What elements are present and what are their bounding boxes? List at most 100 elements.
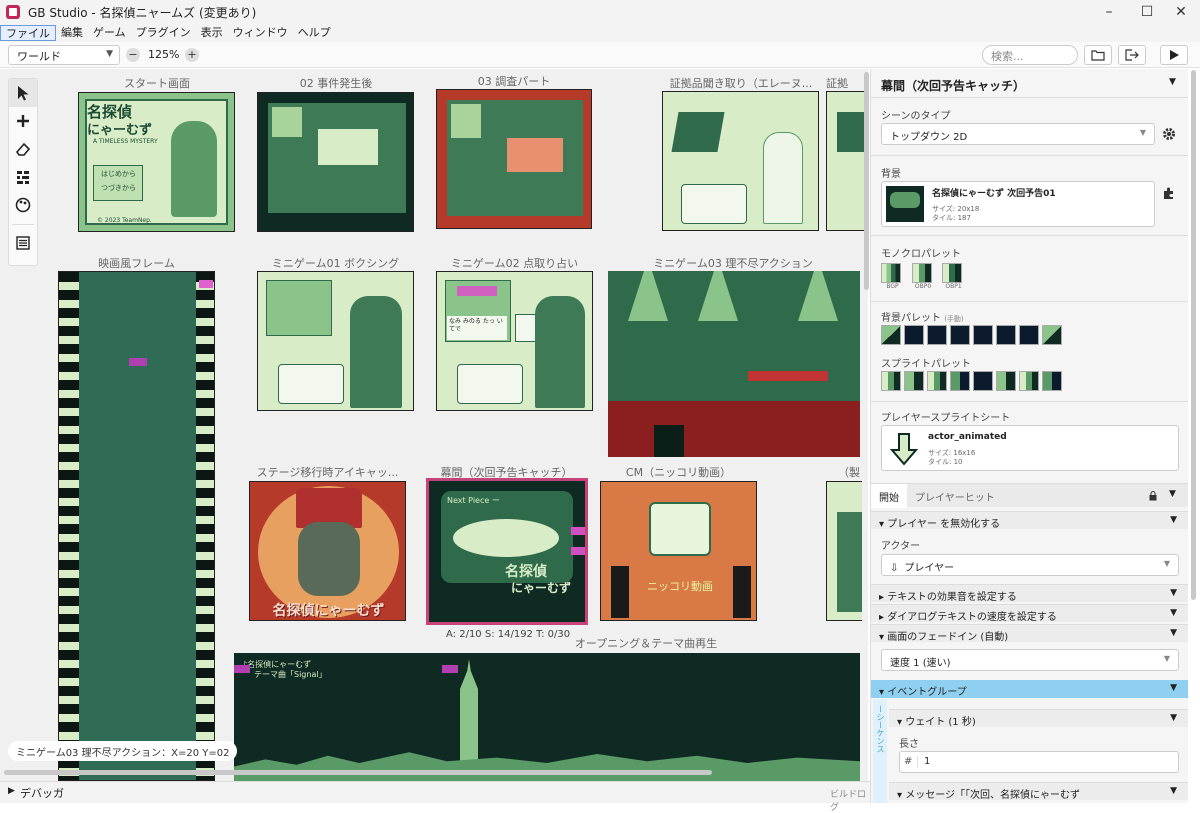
select-tool[interactable] — [9, 79, 37, 107]
event-fade-in[interactable]: ▾ 画面のフェードイン (自動) ▼ — [871, 624, 1188, 643]
title-credit: © 2023 TeamNep. — [97, 217, 152, 224]
sprite-palette-swatch[interactable] — [950, 371, 970, 391]
close-button[interactable]: ✕ — [1158, 0, 1200, 24]
search-input[interactable]: 検索... — [982, 45, 1078, 65]
scene-thumbnail[interactable] — [662, 91, 819, 231]
selected-scene-thumbnail[interactable]: Next Piece ー 名探偵 にゃーむず — [426, 478, 588, 625]
scene-thumbnail[interactable] — [826, 91, 866, 231]
scene-thumbnail[interactable]: ニッコリ動画 — [600, 481, 757, 621]
tab-start[interactable]: 開始 — [871, 484, 907, 508]
sprite-palette-swatch[interactable] — [996, 371, 1016, 391]
scene-thumbnail[interactable]: ♪名探偵にゃーむず テーマ曲「Signal」 — [234, 653, 860, 781]
zoom-in-button[interactable]: + — [185, 48, 199, 62]
player-sprite-picker[interactable]: actor_animated サイズ: 16x16 タイル: 10 — [881, 425, 1179, 471]
scene-title[interactable]: 02 事件発生後 — [257, 75, 415, 91]
menu-window[interactable]: ウィンドウ — [228, 25, 293, 41]
scene-title[interactable]: ミニゲーム01 ボクシング — [257, 255, 414, 271]
scene-thumbnail[interactable] — [608, 271, 860, 457]
scene-title[interactable]: スタート画面 — [78, 75, 236, 91]
scene-name[interactable]: 幕間（次回予告キャッチ） — [881, 77, 1025, 94]
sprite-palette-swatch[interactable] — [927, 371, 947, 391]
sprite-palette-swatch[interactable] — [881, 371, 901, 391]
vertical-scrollbar[interactable] — [864, 72, 869, 290]
length-input[interactable]: #1 — [899, 751, 1179, 773]
scene-thumbnail[interactable] — [436, 89, 592, 229]
mono-palette-swatch[interactable] — [911, 263, 932, 283]
background-label: 背景 — [881, 169, 901, 180]
run-button[interactable] — [1160, 45, 1188, 65]
menu-file[interactable]: ファイル — [0, 25, 56, 41]
bg-palette-swatch[interactable] — [996, 325, 1016, 345]
scene-title[interactable]: ステージ移行時アイキャッ... — [249, 464, 406, 480]
play-icon — [1170, 50, 1179, 60]
chevron-down-icon: ▼ — [1170, 683, 1177, 693]
bg-palette-swatch[interactable] — [973, 325, 993, 345]
sprite-palette-swatch[interactable] — [973, 371, 993, 391]
menu-edit[interactable]: 編集 — [56, 25, 88, 41]
scene-title[interactable]: ミニゲーム03 理不尽アクション — [608, 255, 858, 271]
event-title: ウェイト (1 秒) — [905, 717, 976, 728]
lock-icon[interactable] — [1149, 491, 1157, 501]
scene-thumbnail[interactable] — [257, 92, 414, 232]
scene-thumbnail[interactable] — [257, 271, 414, 411]
event-text-sound[interactable]: ▸ テキストの効果音を設定する ▼ — [871, 584, 1188, 603]
bg-palette-label-text: 背景パレット — [881, 313, 941, 324]
bg-palette-swatch[interactable] — [1019, 325, 1039, 345]
mono-palette-swatch[interactable] — [942, 263, 962, 283]
bg-palette-swatch[interactable] — [1042, 325, 1062, 345]
scene-thumbnail[interactable] — [826, 481, 862, 621]
export-button[interactable] — [1118, 45, 1146, 65]
color-tool[interactable] — [9, 191, 37, 219]
menu-plugins[interactable]: プラグイン — [131, 25, 196, 41]
open-folder-button[interactable] — [1084, 45, 1112, 65]
eraser-tool[interactable] — [9, 135, 37, 163]
menu-help[interactable]: ヘルプ — [293, 25, 336, 41]
scene-thumbnail[interactable] — [58, 271, 215, 781]
scene-title[interactable]: 証拠 — [826, 75, 860, 91]
scene-title[interactable]: CM（ニッコリ動画） — [600, 464, 757, 480]
scene-type-select[interactable]: トップダウン 2D ▼ — [881, 123, 1155, 145]
event-message[interactable]: ▾ メッセージ「「次回、名探偵にゃーむず ▼ — [889, 782, 1188, 801]
scene-type-label: シーンのタイプ — [881, 111, 951, 122]
event-group[interactable]: ▾ イベントグループ ▼ — [871, 680, 1188, 698]
chevron-down-icon[interactable]: ▼ — [1169, 77, 1176, 87]
sprite-palette-swatch[interactable] — [1019, 371, 1039, 391]
horizontal-scrollbar[interactable] — [4, 770, 712, 775]
menu-game[interactable]: ゲーム — [88, 25, 131, 41]
sidebar-scrollbar[interactable] — [1191, 70, 1196, 600]
zoom-out-button[interactable]: − — [126, 48, 140, 62]
script-tool[interactable] — [9, 229, 37, 257]
sprite-palette-swatch[interactable] — [904, 371, 924, 391]
event-disable-player[interactable]: ▾ プレイヤー を無効化する ▼ — [871, 511, 1188, 530]
scene-thumbnail[interactable]: 名探偵 にゃーむず A TIMELESS MYSTERY はじめから つづきから… — [78, 92, 235, 232]
bg-palette-swatch[interactable] — [927, 325, 947, 345]
scene-thumbnail[interactable]: 名探偵にゃーむず — [249, 481, 406, 621]
scene-thumbnail[interactable]: なみ みのる たっ いてで — [436, 271, 593, 411]
world-canvas[interactable]: スタート画面 名探偵 にゃーむず A TIMELESS MYSTERY はじめか… — [0, 69, 868, 781]
tab-player-hit[interactable]: プレイヤーヒット — [915, 489, 995, 504]
add-tool[interactable] — [9, 107, 37, 135]
view-select[interactable]: ワールド ▼ — [8, 45, 120, 65]
mono-palette-swatch[interactable] — [881, 263, 901, 283]
build-log-label[interactable]: ビルドログ — [830, 787, 870, 813]
bg-palette-swatch[interactable] — [881, 325, 901, 345]
collision-tool[interactable] — [9, 163, 37, 191]
actor-select[interactable]: ⇩ プレイヤー ▼ — [881, 554, 1179, 576]
event-wait[interactable]: ▾ ウェイト (1 秒) ▼ — [889, 709, 1188, 728]
fade-speed-select[interactable]: 速度 1 (速い) ▼ — [881, 649, 1179, 671]
debugger-bar[interactable]: ▶ デバッガ ビルドログ — [0, 781, 870, 813]
sprite-palette-swatch[interactable] — [1042, 371, 1062, 391]
event-dialog-speed[interactable]: ▸ ダイアログテキストの速度を設定する ▼ — [871, 604, 1188, 623]
scene-title[interactable]: ミニゲーム02 点取り占い — [436, 255, 593, 271]
scene-title[interactable]: 映画風フレーム — [58, 255, 215, 271]
background-picker[interactable]: 名探偵にゃーむず 次回予告01 サイズ: 20x18 タイル: 187 — [881, 181, 1155, 227]
scene-title[interactable]: 03 調査パート — [436, 73, 592, 89]
bg-palette-swatch[interactable] — [950, 325, 970, 345]
bg-palette-swatch[interactable] — [904, 325, 924, 345]
chevron-down-icon[interactable]: ▼ — [1169, 489, 1176, 499]
scene-title[interactable]: （製 — [814, 464, 860, 480]
menu-view[interactable]: 表示 — [196, 25, 228, 41]
puzzle-icon[interactable] — [1163, 187, 1175, 202]
gear-icon[interactable] — [1162, 127, 1176, 144]
scene-title[interactable]: 証拠品聞き取り（エレーヌ... — [662, 75, 820, 91]
